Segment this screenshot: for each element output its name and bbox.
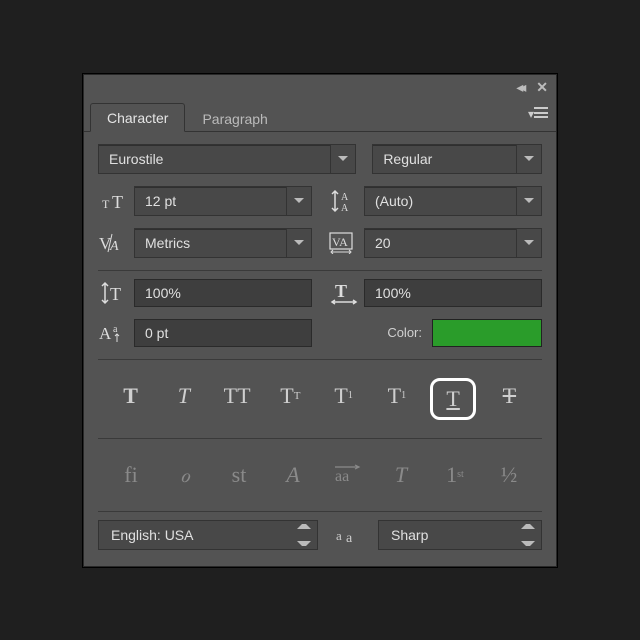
svg-text:T: T: [112, 192, 123, 212]
antialias-icon: aa: [334, 525, 362, 545]
dropdown-arrow-icon: [286, 187, 311, 215]
font-size-select[interactable]: 12 pt: [134, 186, 312, 216]
dropdown-arrow-icon: [516, 187, 541, 215]
tab-row: Character Paragraph ▾: [84, 101, 556, 132]
vertical-scale-value: 100%: [145, 285, 181, 301]
svg-text:A: A: [99, 324, 112, 343]
close-icon[interactable]: ✕: [536, 79, 548, 96]
faux-italic-button[interactable]: T: [164, 378, 204, 414]
leading-select[interactable]: (Auto): [364, 186, 542, 216]
svg-text:aa: aa: [335, 468, 349, 485]
kerning-select[interactable]: Metrics: [134, 228, 312, 258]
leading-value: (Auto): [375, 193, 413, 209]
font-style-select[interactable]: Regular: [372, 144, 542, 174]
panel-content: Eurostile Regular TT 12 pt AA: [84, 132, 556, 566]
ordinals-button[interactable]: 1st: [435, 457, 475, 493]
tab-character[interactable]: Character: [90, 103, 185, 132]
leading-icon: AA: [328, 189, 360, 213]
spinner-arrows-icon: [521, 524, 535, 546]
tracking-select[interactable]: 20: [364, 228, 542, 258]
faux-bold-button[interactable]: T: [111, 378, 151, 414]
kerning-icon: VA: [98, 232, 130, 254]
svg-text:a: a: [113, 324, 118, 335]
dropdown-arrow-icon: [330, 145, 355, 173]
character-panel: ◂◂ ✕ Character Paragraph ▾ Eurostile Reg…: [83, 74, 557, 567]
svg-text:T: T: [102, 197, 110, 211]
svg-text:a: a: [336, 528, 342, 543]
underline-button[interactable]: T: [430, 378, 476, 420]
subscript-button[interactable]: T1: [377, 378, 417, 414]
svg-text:VA: VA: [332, 235, 348, 249]
baseline-shift-icon: Aa: [98, 322, 130, 344]
svg-text:A: A: [341, 192, 349, 203]
kerning-value: Metrics: [145, 235, 190, 251]
antialias-value: Sharp: [391, 527, 428, 543]
dropdown-arrow-icon: [516, 145, 541, 173]
spinner-arrows-icon: [297, 524, 311, 546]
font-size-value: 12 pt: [145, 193, 176, 209]
font-style-value: Regular: [383, 151, 432, 167]
opentype-row: fi ℴ st A aa T 1st ½: [98, 447, 542, 503]
contextual-alt-button[interactable]: ℴ: [165, 457, 205, 493]
all-caps-button[interactable]: TT: [217, 378, 257, 414]
svg-text:A: A: [341, 203, 349, 213]
dropdown-arrow-icon: [516, 229, 541, 257]
panel-titlebar: ◂◂ ✕: [84, 75, 556, 101]
color-label: Color:: [387, 325, 422, 340]
tab-paragraph[interactable]: Paragraph: [185, 104, 284, 132]
horizontal-scale-value: 100%: [375, 285, 411, 301]
vertical-scale-icon: T: [98, 280, 130, 306]
dropdown-arrow-icon: [286, 229, 311, 257]
font-family-value: Eurostile: [109, 151, 163, 167]
titling-alt-button[interactable]: T: [381, 457, 421, 493]
swash-button[interactable]: A: [273, 457, 313, 493]
svg-text:a: a: [346, 531, 353, 545]
strikethrough-button[interactable]: T: [489, 378, 529, 414]
baseline-shift-value: 0 pt: [145, 325, 168, 341]
small-caps-button[interactable]: TT: [270, 378, 310, 414]
font-size-icon: TT: [98, 190, 130, 212]
horizontal-scale-input[interactable]: 100%: [364, 279, 542, 307]
baseline-shift-input[interactable]: 0 pt: [134, 319, 312, 347]
superscript-button[interactable]: T1: [324, 378, 364, 414]
vertical-scale-input[interactable]: 100%: [134, 279, 312, 307]
language-select[interactable]: English: USA: [98, 520, 318, 550]
antialias-select[interactable]: Sharp: [378, 520, 542, 550]
fractions-button[interactable]: ½: [489, 457, 529, 493]
tracking-value: 20: [375, 235, 391, 251]
collapse-icon[interactable]: ◂◂: [516, 79, 522, 96]
color-swatch[interactable]: [432, 319, 542, 347]
flyout-menu-icon[interactable]: ▾: [528, 107, 548, 121]
ligatures-button[interactable]: fi: [111, 457, 151, 493]
svg-text:T: T: [110, 284, 121, 304]
stylistic-alt-button[interactable]: aa: [327, 457, 367, 493]
text-style-row: T T TT TT T1 T1 T T: [98, 368, 542, 430]
tracking-icon: VA: [328, 232, 360, 254]
discretionary-lig-button[interactable]: st: [219, 457, 259, 493]
svg-text:T: T: [335, 281, 347, 301]
horizontal-scale-icon: T: [328, 281, 360, 305]
font-family-select[interactable]: Eurostile: [98, 144, 356, 174]
language-value: English: USA: [111, 527, 193, 543]
